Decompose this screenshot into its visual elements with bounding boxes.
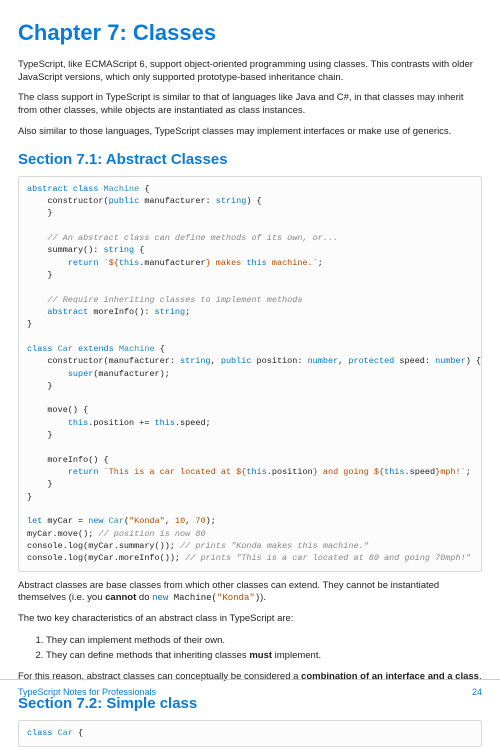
code-block-abstract: abstract class Machine { constructor(pub… <box>18 176 482 572</box>
code-block-simple: class Car { <box>18 720 482 746</box>
characteristics-list: They can implement methods of their own.… <box>46 634 482 663</box>
page-number: 24 <box>472 686 482 699</box>
section-title: Section 7.1: Abstract Classes <box>18 149 482 170</box>
paragraph: The two key characteristics of an abstra… <box>18 613 482 626</box>
paragraph: Also similar to those languages, TypeScr… <box>18 126 482 139</box>
paragraph: Abstract classes are base classes from w… <box>18 580 482 606</box>
paragraph: TypeScript, like ECMAScript 6, support o… <box>18 59 482 85</box>
list-item: They can implement methods of their own. <box>46 634 482 647</box>
chapter-title: Chapter 7: Classes <box>18 18 482 49</box>
footer-text: TypeScript Notes for Professionals <box>18 686 156 699</box>
list-item: They can define methods that inheriting … <box>46 649 482 662</box>
paragraph: The class support in TypeScript is simil… <box>18 92 482 118</box>
